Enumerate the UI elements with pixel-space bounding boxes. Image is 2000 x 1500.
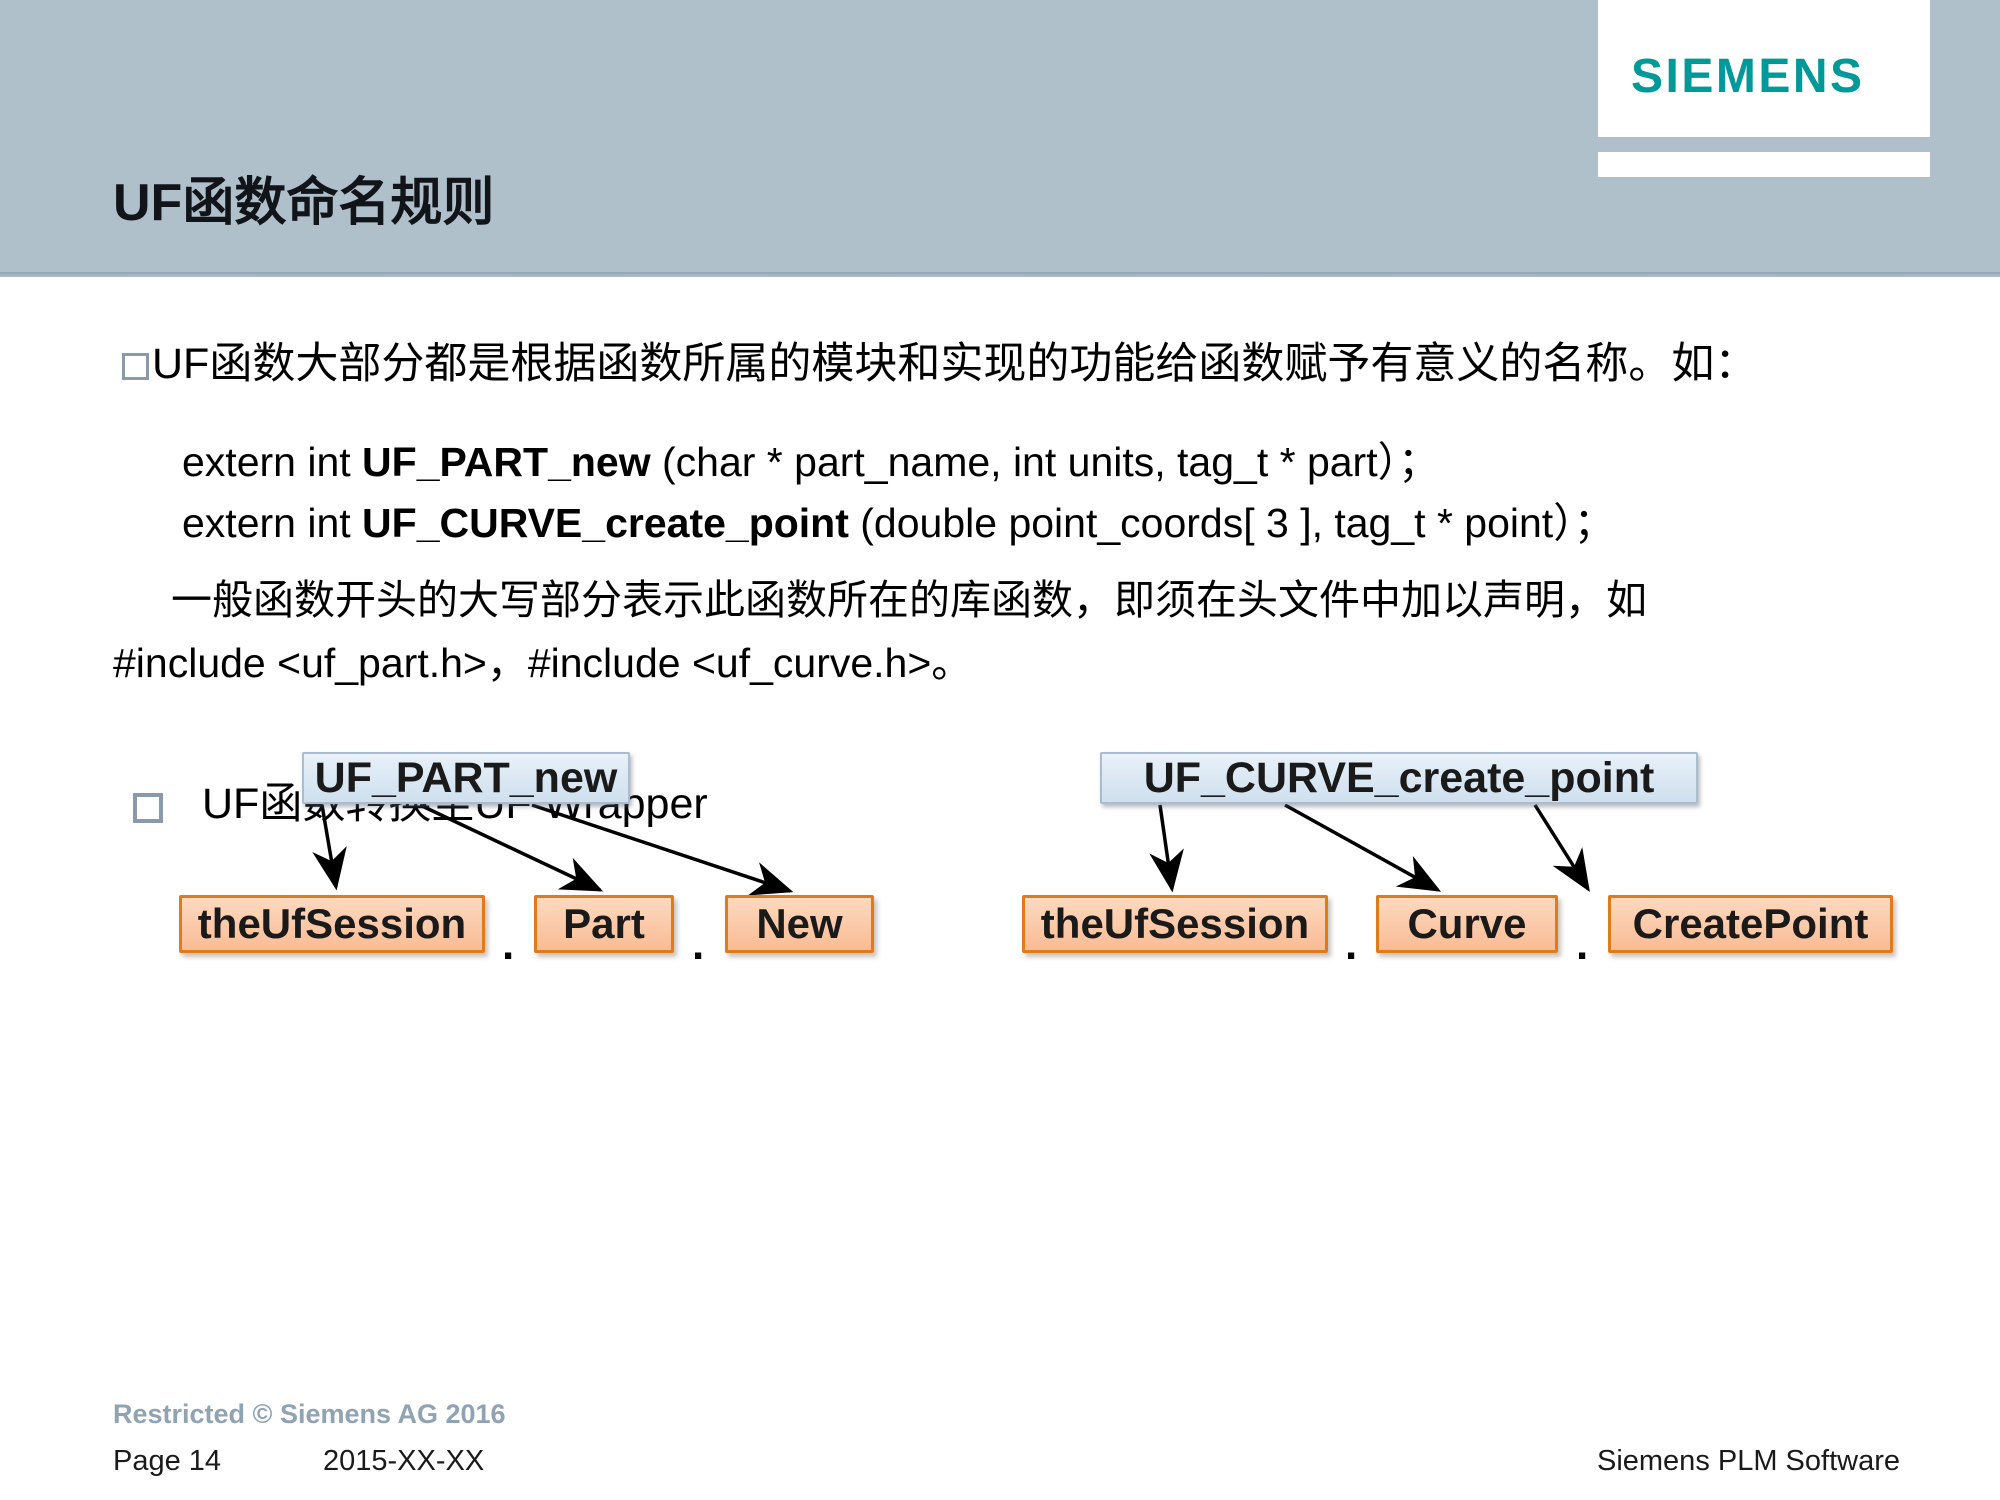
target-node-part[interactable]: Part <box>534 895 674 953</box>
arrow-part-to-theufsession <box>312 804 347 891</box>
code-line-2-function-name: UF_CURVE_create_point <box>362 500 849 546</box>
footer-brand-label: Siemens PLM Software <box>1596 1445 1900 1477</box>
arrow-curve-to-curve <box>1284 803 1442 892</box>
bullet-item-1: UF函数大部分都是根据函数所属的模块和实现的功能给函数赋予有意义的名称。如： <box>122 337 1757 391</box>
separator-dot-part-1: . <box>502 920 515 969</box>
code-line-1-suffix: (char * part_name, int units, tag_t * pa… <box>650 439 1440 485</box>
diagram-arrows-layer <box>312 803 1590 896</box>
explanation-paragraph-line-1: 一般函数开头的大写部分表示此函数所在的库函数，即须在头文件中加以声明，如 <box>171 577 1647 623</box>
code-line-2-prefix: extern int <box>182 500 363 546</box>
code-line-1-function-name: UF_PART_new <box>362 439 651 485</box>
target-node-theufsession-curve[interactable]: theUfSession <box>1022 895 1328 953</box>
source-node-uf-part-new[interactable]: UF_PART_new <box>302 752 630 804</box>
code-line-1: extern int UF_PART_new (char * part_name… <box>182 437 1439 487</box>
arrow-part-to-new <box>531 803 794 896</box>
target-node-createpoint[interactable]: CreatePoint <box>1608 895 1893 953</box>
target-node-curve[interactable]: Curve <box>1376 895 1558 953</box>
footer-restricted-notice: Restricted © Siemens AG 2016 <box>113 1399 506 1429</box>
siemens-logo-wordmark: SIEMENS <box>1631 50 1865 103</box>
square-bullet-icon <box>122 353 149 380</box>
code-line-2: extern int UF_CURVE_create_point (double… <box>182 498 1615 548</box>
arrow-curve-to-theufsession <box>1149 804 1184 893</box>
siemens-logo-underbar <box>1598 152 1930 177</box>
separator-dot-curve-1: . <box>1345 920 1358 969</box>
footer-date: 2015-XX-XX <box>323 1445 485 1477</box>
slide-header-band: SIEMENS UF函数命名规则 <box>0 0 2000 277</box>
code-line-2-suffix: (double point_coords[ 3 ], tag_t * point… <box>848 500 1615 546</box>
siemens-logo-block: SIEMENS <box>1598 0 1930 137</box>
slide-content: UF函数大部分都是根据函数所属的模块和实现的功能给函数赋予有意义的名称。如： e… <box>0 277 2000 1500</box>
target-node-new[interactable]: New <box>725 895 874 953</box>
separator-dot-curve-2: . <box>1576 920 1589 969</box>
separator-dot-part-2: . <box>692 920 705 969</box>
explanation-paragraph-line-2: #include <uf_part.h>，#include <uf_curve.… <box>113 640 973 686</box>
explanation-paragraph: 一般函数开头的大写部分表示此函数所在的库函数，即须在头文件中加以声明，如 #in… <box>113 569 1903 695</box>
code-line-1-prefix: extern int <box>182 439 363 485</box>
arrow-curve-to-createpoint <box>1533 804 1590 892</box>
source-node-uf-curve-create-point[interactable]: UF_CURVE_create_point <box>1100 752 1698 804</box>
bullet-item-1-label: UF函数大部分都是根据函数所属的模块和实现的功能给函数赋予有意义的名称。如： <box>152 340 1758 388</box>
target-node-theufsession-part[interactable]: theUfSession <box>179 895 485 953</box>
page-title: UF函数命名规则 <box>113 174 495 232</box>
uf-wrapper-mapping-diagram: UF_PART_new theUfSession . Part . New UF… <box>0 717 2000 1057</box>
footer-page-number: Page 14 <box>113 1445 222 1477</box>
